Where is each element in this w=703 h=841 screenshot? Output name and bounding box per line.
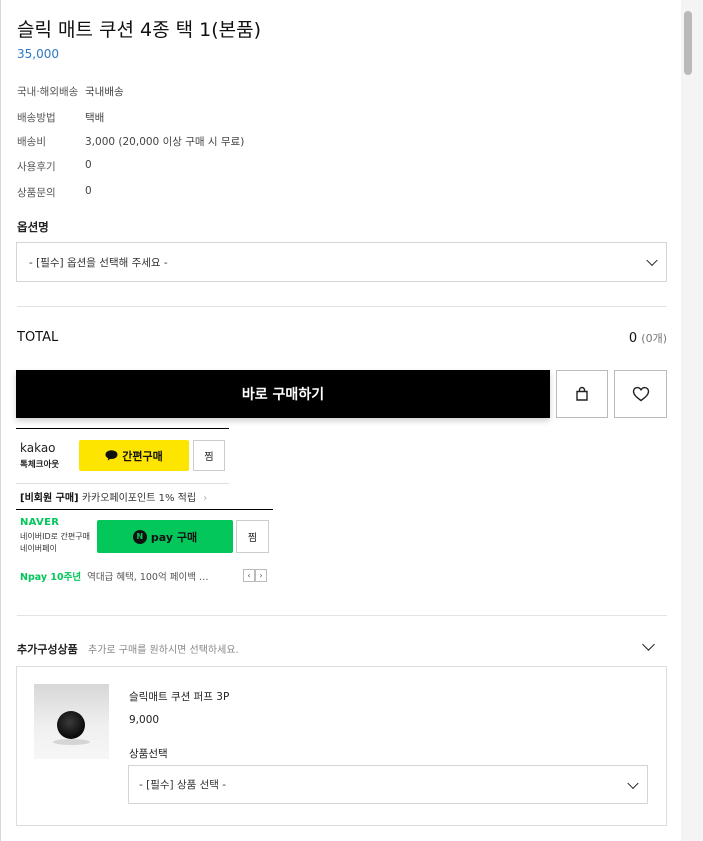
info-key: 사용후기 [17,161,56,173]
kakao-pay-button[interactable]: 간편구매 [79,440,189,471]
kakao-note-bold: [비회원 구매] [20,493,79,504]
divider [17,306,667,307]
option-label: 옵션명 [17,220,49,234]
addon-item-select[interactable]: - [필수] 상품 선택 - [128,765,648,804]
info-value: 0 [85,159,92,171]
naver-divider [16,509,273,510]
info-key: 국내·해외배송 [17,86,79,98]
total-value: 0 (0개) [629,330,667,346]
npay-promo-highlight: Npay 10주년 [20,572,82,583]
chevron-down-icon [627,777,639,789]
info-row-shipping-method: 배송방법 택배 [17,110,104,125]
add-to-cart-button[interactable] [556,370,608,418]
promo-prev-button[interactable]: ‹ [243,569,255,582]
naver-zzim-button[interactable]: 찜 [236,520,269,553]
info-key: 상품문의 [17,187,56,199]
info-value: 택배 [85,112,105,124]
kakao-point-note[interactable]: [비회원 구매] 카카오페이포인트 1% 적립 › [20,489,207,504]
total-label: TOTAL [17,330,59,345]
npay-promo-note[interactable]: Npay 10주년 역대급 혜택, 100억 페이백 … [20,569,208,583]
info-key: 배송비 [17,136,46,148]
info-value: 3,000 (20,000 이상 구매 시 무료) [85,136,245,148]
image-puff [57,711,85,739]
addon-select-value: - [필수] 상품 선택 - [139,779,227,791]
kakao-zzim-button[interactable]: 찜 [193,440,225,471]
chevron-right-icon: › [203,493,208,504]
kakao-logo: kakao [20,441,56,455]
addon-item-name: 슬릭매트 쿠션 퍼프 3P [129,691,230,703]
npay-promo-text: 역대급 혜택, 100억 페이백 … [87,572,209,583]
chevron-down-icon [646,254,658,267]
npay-n-icon: N [132,529,147,544]
addon-select-label: 상품선택 [129,748,168,760]
image-shadow [53,739,90,745]
heart-icon [632,386,649,402]
info-row-inquiries: 상품문의 0 [17,185,92,200]
divider [17,615,667,616]
buy-now-button[interactable]: 바로 구매하기 [16,370,550,418]
npay-label: pay 구매 [150,530,198,544]
info-row-shipping-fee: 배송비 3,000 (20,000 이상 구매 시 무료) [17,134,244,149]
scrollbar-thumb[interactable] [684,11,692,75]
info-row-shipping-region: 국내·해외배송 국내배송 [17,84,124,99]
product-title: 슬릭 매트 쿠션 4종 택 1(본품) [17,19,262,41]
option-select-value: - [필수] 옵션을 선택해 주세요 - [29,256,168,269]
addon-section-hint: 추가로 구매를 원하시면 선택하세요. [88,645,239,656]
info-row-reviews: 사용후기 0 [17,159,92,174]
info-value: 0 [85,185,92,197]
naver-sub-label: 네이버ID로 간편구매 [20,532,90,541]
addon-item-price: 9,000 [129,714,160,726]
shopping-bag-icon [576,386,588,401]
wishlist-button[interactable] [614,370,667,418]
kakao-divider [16,428,229,429]
product-price: 35,000 [17,47,59,61]
speech-bubble-icon [105,450,118,461]
promo-next-button[interactable]: › [255,569,267,582]
kakao-note-text: 카카오페이포인트 1% 적립 [81,493,197,504]
npay-button[interactable]: N pay 구매 [97,520,233,553]
info-value: 국내배송 [85,86,124,98]
total-count: (0개) [641,332,667,345]
info-key: 배송방법 [17,112,56,124]
kakao-pay-label: 간편구매 [122,449,163,463]
naver-logo: NAVER [20,517,60,528]
kakao-note-divider [16,483,229,484]
naver-pay-label: 네이버페이 [20,544,57,553]
addon-section-title: 추가구성상품 [17,643,78,656]
total-amount: 0 [628,331,638,346]
scrollbar-track[interactable] [681,0,703,841]
kakao-checkout-label: 톡체크아웃 [20,460,60,470]
option-select[interactable]: - [필수] 옵션을 선택해 주세요 - [16,242,667,282]
addon-product-image[interactable] [34,684,109,759]
